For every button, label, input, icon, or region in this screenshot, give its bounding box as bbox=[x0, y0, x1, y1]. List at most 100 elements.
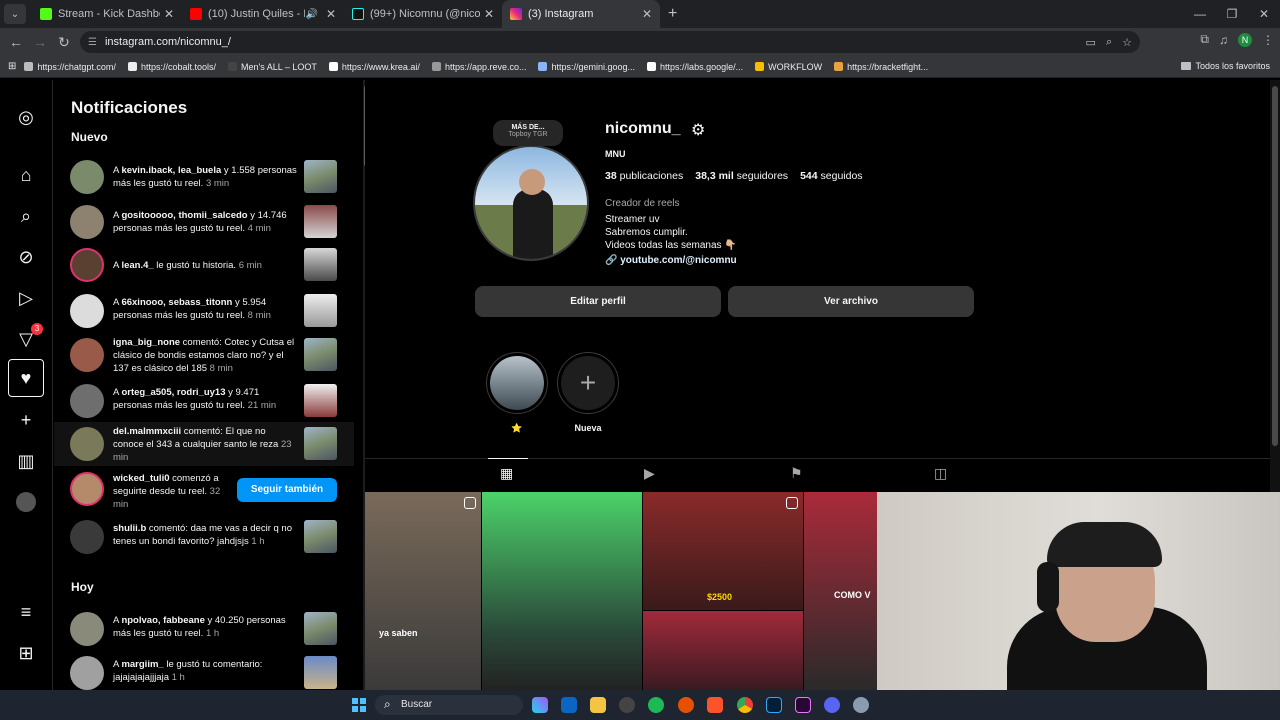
bookmark-item[interactable]: https://cobalt.tools/ bbox=[127, 62, 216, 72]
bookmark-star-icon[interactable]: ☆ bbox=[1122, 36, 1132, 49]
user-avatar[interactable] bbox=[70, 338, 104, 372]
browser-tab[interactable]: Stream - Kick Dashboard ✕ bbox=[32, 0, 182, 28]
apps-grid-icon[interactable]: ⊞ bbox=[8, 61, 16, 72]
chrome-icon[interactable] bbox=[737, 697, 753, 713]
close-tab-icon[interactable]: ✕ bbox=[642, 7, 652, 21]
close-tab-icon[interactable]: ✕ bbox=[326, 7, 336, 21]
notification-item[interactable]: A orteg_a505, rodri_uy13 y 9.471 persona… bbox=[54, 382, 354, 422]
restore-icon[interactable]: ❐ bbox=[1216, 0, 1248, 28]
profile-link[interactable]: 🔗 youtube.com/@nicomnu bbox=[605, 255, 737, 266]
reel-thumbnail[interactable] bbox=[304, 520, 337, 553]
messages-icon[interactable]: ▽ 3 bbox=[15, 323, 43, 350]
scrollbar-thumb[interactable] bbox=[1272, 86, 1278, 446]
notification-item[interactable]: A margiim_ le gustó tu comentario: jajaj… bbox=[54, 654, 354, 694]
minimize-icon[interactable]: — bbox=[1184, 0, 1216, 28]
user-avatar[interactable] bbox=[70, 656, 104, 690]
spotify-icon[interactable] bbox=[648, 697, 664, 713]
reel-thumbnail[interactable] bbox=[304, 338, 337, 371]
notification-item[interactable]: A npolvao, fabbeane y 40.250 personas má… bbox=[54, 610, 354, 650]
dashboard-icon[interactable]: ▥ bbox=[15, 450, 37, 472]
create-icon[interactable]: + bbox=[15, 409, 37, 431]
bookmark-item[interactable]: https://bracketfight... bbox=[834, 62, 928, 72]
speaker-icon[interactable]: 🔊 bbox=[305, 9, 317, 20]
reel-thumbnail[interactable] bbox=[304, 384, 337, 417]
also-from-meta-icon[interactable]: ⊞ bbox=[15, 642, 37, 664]
obs-icon[interactable] bbox=[619, 697, 635, 713]
user-avatar[interactable] bbox=[70, 294, 104, 328]
edit-profile-button[interactable]: Editar perfil bbox=[475, 286, 721, 317]
close-tab-icon[interactable]: ✕ bbox=[164, 7, 174, 21]
following-stat[interactable]: 544 seguidos bbox=[800, 170, 862, 182]
extensions-icon[interactable]: ⧉ bbox=[1200, 32, 1209, 47]
user-avatar[interactable] bbox=[70, 160, 104, 194]
media-control-icon[interactable]: ♫ bbox=[1219, 33, 1228, 47]
notification-item[interactable]: wicked_tuli0 comenzó a seguirte desde tu… bbox=[54, 470, 354, 514]
reels-icon[interactable]: ▷ bbox=[15, 287, 37, 309]
posts-grid-icon[interactable]: ▦ bbox=[487, 458, 529, 482]
reel-thumbnail[interactable] bbox=[304, 205, 337, 238]
file-explorer-icon[interactable] bbox=[590, 697, 606, 713]
bookmark-item[interactable]: https://chatgpt.com/ bbox=[24, 62, 116, 72]
tagged-icon[interactable]: ◫ bbox=[934, 465, 947, 482]
menu-icon[interactable]: ⋮ bbox=[1262, 33, 1274, 47]
reel-thumbnail[interactable] bbox=[304, 612, 337, 645]
forward-icon[interactable]: → bbox=[28, 34, 52, 50]
close-window-icon[interactable]: ✕ bbox=[1248, 0, 1280, 28]
grid-post[interactable]: ya saben bbox=[365, 492, 481, 690]
user-avatar[interactable] bbox=[70, 520, 104, 554]
profile-note[interactable]: MÁS DE... Topboy TGR bbox=[493, 120, 563, 146]
saved-bookmark-icon[interactable]: ⚑ bbox=[790, 465, 803, 482]
user-avatar[interactable] bbox=[70, 384, 104, 418]
reels-tab-icon[interactable]: ▶ bbox=[644, 465, 655, 482]
notification-item[interactable]: A 66xinooo, sebass_titonn y 5.954 person… bbox=[54, 292, 354, 332]
followers-stat[interactable]: 38,3 mil seguidores bbox=[695, 170, 788, 182]
user-avatar[interactable] bbox=[70, 472, 104, 506]
new-tab-icon[interactable]: + bbox=[668, 5, 677, 23]
bookmark-item[interactable]: https://labs.google/... bbox=[647, 62, 743, 72]
reel-thumbnail[interactable] bbox=[304, 656, 337, 689]
grid-post[interactable]: $2500 bbox=[643, 492, 803, 610]
bookmark-item[interactable]: https://www.krea.ai/ bbox=[328, 62, 420, 72]
home-icon[interactable]: ⌂ bbox=[15, 164, 37, 186]
brave-icon[interactable] bbox=[707, 697, 723, 713]
notification-item[interactable]: igna_big_none comentó: Cotec y Cutsa el … bbox=[54, 336, 354, 384]
premiere-icon[interactable] bbox=[795, 697, 811, 713]
instagram-logo-icon[interactable]: ◎ bbox=[15, 106, 37, 128]
notification-item[interactable]: A lean.4_ le gustó tu historia. 6 min bbox=[54, 246, 354, 286]
browser-tab[interactable]: (99+) Nicomnu (@nicomnu) | Ti ✕ bbox=[344, 0, 502, 28]
story-thumbnail[interactable] bbox=[304, 248, 337, 281]
copilot-icon[interactable] bbox=[532, 697, 548, 713]
view-archive-button[interactable]: Ver archivo bbox=[728, 286, 974, 317]
bookmark-item[interactable]: Men's ALL – LOOT bbox=[227, 62, 317, 72]
grid-post[interactable] bbox=[643, 611, 803, 690]
site-info-icon[interactable]: ☰ bbox=[88, 37, 97, 48]
app-icon[interactable] bbox=[678, 697, 694, 713]
notification-item[interactable]: shulii.b comentó: daa me vas a decir q n… bbox=[54, 518, 354, 558]
user-avatar[interactable] bbox=[70, 612, 104, 646]
notifications-heart-icon[interactable]: ♥ bbox=[8, 359, 44, 397]
bookmark-item[interactable]: https://app.reve.co... bbox=[431, 62, 526, 72]
reel-thumbnail[interactable] bbox=[304, 427, 337, 460]
grid-post[interactable] bbox=[482, 492, 642, 690]
outlook-icon[interactable] bbox=[561, 697, 577, 713]
reel-thumbnail[interactable] bbox=[304, 160, 337, 193]
user-avatar[interactable] bbox=[70, 248, 104, 282]
taskbar-search[interactable]: Buscar bbox=[375, 694, 523, 715]
browser-tab[interactable]: (10) Justin Quiles - Egoísta 🔊 ✕ bbox=[182, 0, 344, 28]
install-app-icon[interactable]: ▭ bbox=[1086, 36, 1096, 49]
zoom-icon[interactable]: ⌕ bbox=[1106, 36, 1112, 49]
all-bookmarks[interactable]: Todos los favoritos bbox=[1181, 61, 1270, 71]
user-avatar[interactable] bbox=[70, 205, 104, 239]
follow-back-button[interactable]: Seguir también bbox=[237, 478, 337, 502]
discord-icon[interactable] bbox=[824, 697, 840, 713]
bookmark-item[interactable]: https://gemini.goog... bbox=[538, 62, 635, 72]
bookmark-item[interactable]: WORKFLOW bbox=[755, 62, 822, 72]
reel-thumbnail[interactable] bbox=[304, 294, 337, 327]
windows-start-icon[interactable] bbox=[352, 698, 366, 712]
url-field[interactable]: ☰ instagram.com/nicomnu_/ ▭ ⌕ ☆ bbox=[80, 31, 1140, 53]
close-tab-icon[interactable]: ✕ bbox=[484, 7, 494, 21]
notification-item[interactable]: A gositooooo, thomii_salcedo y 14.746 pe… bbox=[54, 203, 354, 243]
reload-icon[interactable]: ↻ bbox=[52, 34, 76, 51]
photoshop-icon[interactable] bbox=[766, 697, 782, 713]
browser-tab-active[interactable]: (3) Instagram ✕ bbox=[502, 0, 660, 28]
